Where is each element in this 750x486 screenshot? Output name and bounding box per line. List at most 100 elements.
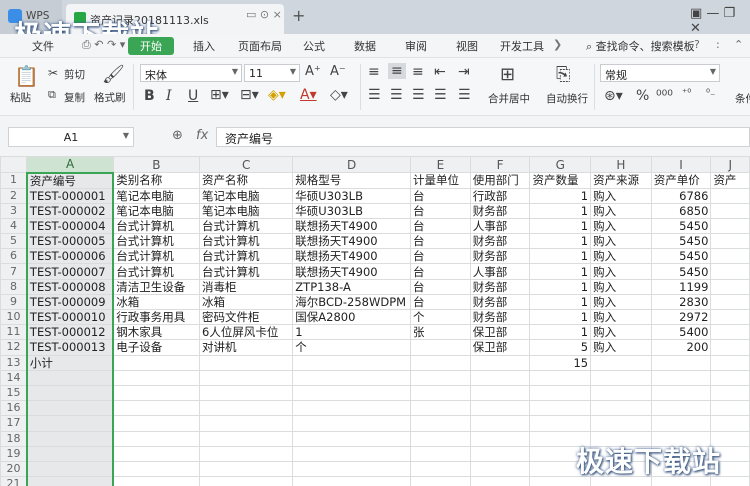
cell[interactable]	[292, 445, 412, 462]
underline-button[interactable]: U	[188, 88, 198, 104]
wrap-text-button[interactable]: 自动换行	[546, 91, 588, 106]
cell[interactable]: 张	[410, 324, 471, 341]
row-header[interactable]: 15	[0, 384, 28, 402]
cell[interactable]: 5	[529, 339, 592, 356]
cell[interactable]	[25, 415, 115, 432]
cell[interactable]	[25, 369, 115, 386]
cell[interactable]: 小计	[25, 354, 115, 371]
number-format-select[interactable]: 常规 ▼	[600, 64, 720, 82]
cell[interactable]	[112, 384, 201, 402]
cell[interactable]	[25, 445, 115, 462]
cell[interactable]	[710, 339, 750, 356]
cell[interactable]: 台式计算机	[199, 217, 294, 235]
align-left-icon[interactable]: ☰	[368, 87, 381, 103]
indent-increase-icon[interactable]: ⇥	[458, 64, 470, 80]
cell[interactable]	[410, 460, 471, 478]
spreadsheet-grid[interactable]: ABCDEFGHIJ 1 资产编号 类别名称 资产名称 规格型号 计量单位 使用部门 资产数量…	[0, 156, 750, 486]
cell[interactable]: 冰箱	[112, 293, 201, 311]
row-header[interactable]: 21	[0, 476, 28, 486]
font-shrink-button[interactable]: A⁻	[330, 64, 346, 79]
cell[interactable]	[410, 430, 471, 447]
cell[interactable]	[529, 369, 592, 386]
increase-decimal-icon[interactable]: ⁺⁰	[682, 88, 691, 99]
row-header[interactable]: 8	[0, 278, 28, 295]
more-tabs-chevron-icon[interactable]: ❯	[553, 38, 562, 51]
cell[interactable]	[410, 415, 471, 432]
cell[interactable]	[25, 430, 115, 447]
column-header-e[interactable]: E	[410, 156, 471, 173]
percent-icon[interactable]: %	[636, 88, 649, 104]
cell[interactable]: 购入	[590, 308, 652, 326]
cell[interactable]: 购入	[590, 263, 652, 280]
cell[interactable]: 5450	[650, 217, 712, 235]
cell[interactable]	[410, 476, 471, 486]
column-header-g[interactable]: G	[529, 156, 592, 173]
name-box[interactable]: A1 ▼	[8, 127, 134, 147]
cell[interactable]: 规格型号	[292, 172, 412, 189]
cell[interactable]: 冰箱	[199, 293, 294, 311]
cell[interactable]: 人事部	[469, 217, 531, 235]
cell[interactable]: 台	[410, 233, 471, 250]
bold-button[interactable]: B	[144, 88, 155, 104]
cell[interactable]: 台	[410, 278, 471, 295]
cell[interactable]	[469, 354, 531, 371]
cell[interactable]	[469, 430, 531, 447]
cell[interactable]	[292, 415, 412, 432]
cell[interactable]: 个	[410, 308, 471, 326]
cell[interactable]: 财务部	[469, 278, 531, 295]
cell[interactable]: 华硕U303LB	[292, 202, 412, 219]
italic-button[interactable]: I	[166, 88, 172, 104]
cell[interactable]: 15	[529, 354, 592, 371]
align-middle-icon[interactable]: ≡	[388, 63, 406, 79]
cell[interactable]: 电子设备	[112, 339, 201, 356]
cell[interactable]	[112, 445, 201, 462]
cell[interactable]	[199, 476, 294, 486]
cell[interactable]: 台式计算机	[199, 233, 294, 250]
cell[interactable]: 资产编号	[25, 171, 115, 189]
cell[interactable]	[710, 233, 750, 250]
row-header[interactable]: 9	[0, 293, 28, 311]
cell[interactable]: 台式计算机	[112, 248, 201, 265]
cell[interactable]: 台	[410, 263, 471, 280]
cell[interactable]: TEST-000008	[25, 278, 115, 295]
cell[interactable]: 财务部	[469, 248, 531, 265]
cell[interactable]: 购入	[590, 202, 652, 219]
cell[interactable]: 笔记本电脑	[199, 187, 294, 204]
cell[interactable]	[710, 217, 750, 235]
align-center-icon[interactable]: ☰	[390, 87, 403, 103]
cell[interactable]: 台	[410, 217, 471, 235]
column-header-i[interactable]: I	[650, 156, 712, 173]
cell[interactable]	[710, 415, 750, 432]
cell[interactable]: 1	[529, 187, 592, 204]
cell[interactable]: 联想扬天T4900	[292, 263, 412, 280]
cell[interactable]: 笔记本电脑	[112, 187, 201, 204]
cell[interactable]	[529, 415, 592, 432]
cell[interactable]: 清洁卫生设备	[112, 278, 201, 295]
cell[interactable]	[112, 415, 201, 432]
formula-input[interactable]: 资产编号	[216, 127, 750, 147]
cell[interactable]: 行政事务用具	[112, 308, 201, 326]
row-header[interactable]: 7	[0, 263, 28, 280]
cell[interactable]: TEST-000009	[25, 293, 115, 311]
tab-actions[interactable]: ▭ ⊙ ×	[246, 8, 282, 21]
cut-button[interactable]: 剪切	[64, 67, 85, 82]
paste-label[interactable]: 粘贴	[10, 90, 31, 105]
cell[interactable]: 1	[529, 263, 592, 280]
row-header[interactable]: 5	[0, 233, 28, 250]
cell[interactable]: 购入	[590, 233, 652, 250]
row-header[interactable]: 18	[0, 430, 28, 447]
cell[interactable]: 台	[410, 202, 471, 219]
cell[interactable]: 台	[410, 187, 471, 204]
cell[interactable]: 台式计算机	[112, 233, 201, 250]
cell[interactable]	[199, 445, 294, 462]
copy-button[interactable]: 复制	[64, 90, 85, 105]
fill-color-icon[interactable]: ◈▾	[268, 87, 286, 103]
cell[interactable]	[710, 369, 750, 386]
cell[interactable]	[469, 445, 531, 462]
cell[interactable]	[112, 400, 201, 417]
cell[interactable]: 行政部	[469, 187, 531, 204]
menu-home[interactable]: 开始	[128, 37, 174, 55]
align-top-icon[interactable]: ≡	[368, 64, 380, 80]
justify-icon[interactable]: ☰	[434, 87, 447, 103]
cell[interactable]	[199, 384, 294, 402]
